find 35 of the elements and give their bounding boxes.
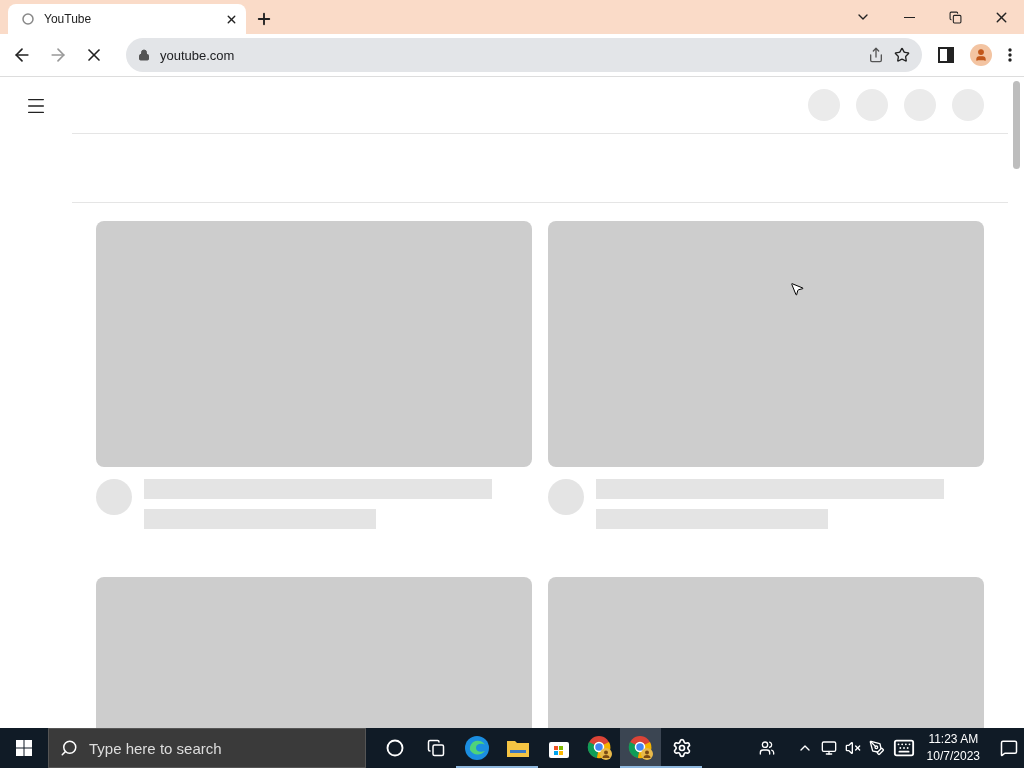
cortana-icon: [385, 739, 404, 757]
profile-button[interactable]: [970, 44, 992, 66]
notifications-button[interactable]: [1000, 739, 1018, 757]
chrome-icon: [586, 735, 613, 761]
share-button[interactable]: [868, 47, 884, 63]
globe-icon: [22, 13, 34, 25]
search-icon: [60, 739, 78, 757]
side-panel-button[interactable]: [938, 47, 954, 63]
lock-icon: [138, 49, 150, 61]
clock[interactable]: 11:23 AM 10/7/2023: [922, 731, 984, 765]
windows-icon: [16, 740, 32, 756]
keyboard-icon[interactable]: [892, 737, 915, 759]
more-icon: [1008, 48, 1012, 62]
browser-tab[interactable]: YouTube: [8, 4, 246, 34]
pen-icon[interactable]: [868, 740, 885, 756]
chrome-icon: [627, 735, 654, 761]
settings-icon: [671, 738, 692, 758]
address-bar[interactable]: youtube.com: [126, 38, 922, 72]
cursor-icon: [789, 281, 805, 297]
restore-icon: [948, 10, 962, 24]
plus-icon: [255, 10, 273, 28]
avatar-placeholder: [548, 479, 584, 515]
taskbar-search-field[interactable]: Type here to search: [48, 728, 366, 768]
minimize-icon: [903, 16, 915, 18]
volume-muted-icon[interactable]: [844, 740, 861, 756]
person-icon: [974, 48, 988, 62]
menu-button[interactable]: [1008, 48, 1012, 62]
avatar-placeholder: [96, 479, 132, 515]
task-view-icon: [426, 739, 445, 757]
bookmark-button[interactable]: [894, 47, 910, 63]
edge-icon: [463, 735, 490, 761]
network-icon[interactable]: [820, 740, 837, 756]
scrollbar-thumb[interactable]: [1012, 81, 1020, 169]
folder-icon: [505, 738, 530, 758]
people-button[interactable]: [758, 740, 775, 756]
